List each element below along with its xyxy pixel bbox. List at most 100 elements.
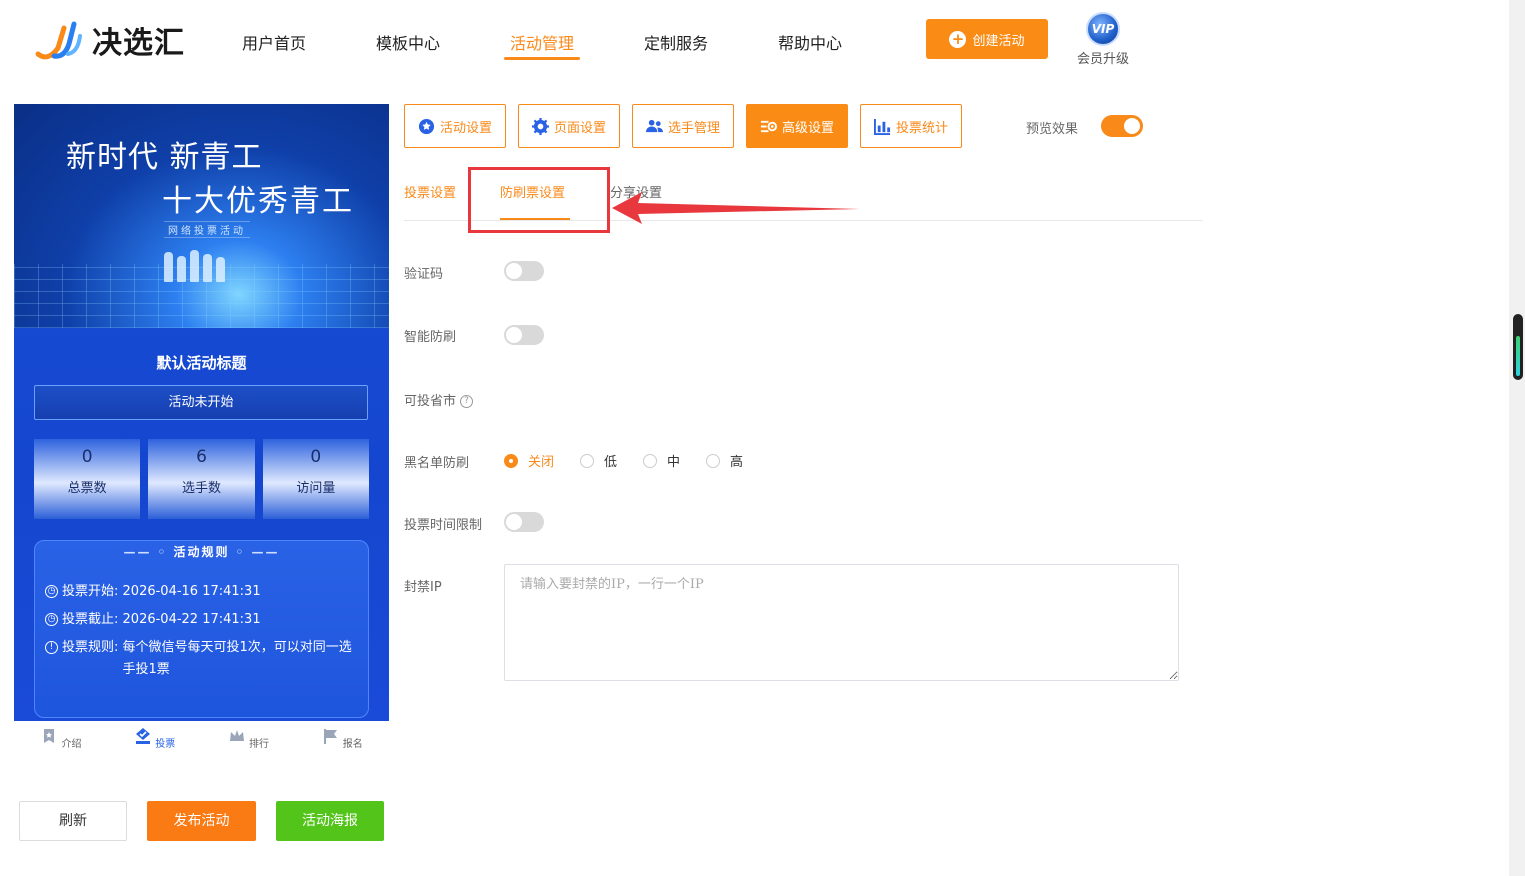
vip-upgrade[interactable]: VIP 会员升级 <box>1073 12 1133 67</box>
bookmark-star-icon <box>44 729 55 743</box>
gear-icon <box>531 117 549 135</box>
rule-row-rule: ! 投票规则: 每个微信号每天可投1次，可以对同一选手投1票 <box>45 637 358 681</box>
help-icon[interactable]: ? <box>460 395 474 408</box>
stat-visits: 0 访问量 <box>262 439 369 519</box>
brand-logo[interactable]: 决选汇 <box>34 18 185 62</box>
tool-label: 活动设置 <box>439 120 492 136</box>
radio-label: 中 <box>667 455 681 470</box>
captcha-label: 验证码 <box>404 267 444 282</box>
radio-dot <box>580 453 595 468</box>
tabbar-item-ranking[interactable]: 排行 <box>202 721 296 771</box>
rules-title-text: 活动规则 <box>173 545 230 559</box>
scrollbar-thumb[interactable] <box>1513 314 1523 380</box>
rule-value: 2026-04-16 17:41:31 <box>122 584 261 599</box>
blacklist-radio-group: 关闭 低 中 高 <box>504 451 769 470</box>
tabbar-label: 投票 <box>155 739 176 750</box>
nav-item-help[interactable]: 帮助中心 <box>778 30 842 54</box>
radio-label: 高 <box>730 455 744 470</box>
advanced-settings-button[interactable]: 高级设置 <box>746 104 848 148</box>
smart-anti-fraud-label: 智能防刷 <box>404 330 457 345</box>
subtab-vote-settings[interactable]: 投票设置 <box>404 182 456 201</box>
activity-preview: 新时代 新青工 十大优秀青工 网络投票活动 默认活动标题 活动未开始 0 总票数… <box>14 104 389 721</box>
page-settings-button[interactable]: 页面设置 <box>518 104 620 148</box>
nav-item-custom-service[interactable]: 定制服务 <box>644 30 708 54</box>
preview-activity-title: 默认活动标题 <box>156 354 247 372</box>
vote-time-limit-label: 投票时间限制 <box>404 518 483 533</box>
banner-headline-2: 十大优秀青工 <box>162 184 354 219</box>
contestant-management-button[interactable]: 选手管理 <box>632 104 734 148</box>
preview-stats: 0 总票数 6 选手数 0 访问量 <box>34 439 369 519</box>
preview-rules-card: —— ◦ 活动规则 ◦ —— ◷ 投票开始: 2026-04-16 17:41:… <box>34 540 369 718</box>
preview-effect-toggle[interactable] <box>1101 115 1143 137</box>
create-activity-label: 创建活动 <box>972 33 1025 49</box>
annotation-arrow-icon <box>612 192 860 224</box>
stat-value: 0 <box>81 447 93 467</box>
sliders-gear-icon <box>760 120 777 132</box>
tabbar-item-vote[interactable]: 投票 <box>108 721 202 771</box>
users-icon <box>645 119 663 132</box>
smart-anti-fraud-toggle[interactable] <box>504 325 544 345</box>
radio-dot <box>643 453 658 468</box>
plus-icon: + <box>949 30 967 48</box>
banner-subtitle: 网络投票活动 <box>164 221 250 238</box>
stat-label: 选手数 <box>181 481 221 496</box>
stat-label: 访问量 <box>296 481 336 496</box>
vip-upgrade-label: 会员升级 <box>1076 52 1129 67</box>
ban-ip-textarea[interactable] <box>504 564 1179 681</box>
radio-label: 低 <box>604 455 618 470</box>
nav-item-activity-management[interactable]: 活动管理 <box>510 30 574 54</box>
publish-activity-button[interactable]: 发布活动 <box>147 801 256 841</box>
tabbar-item-intro[interactable]: 介绍 <box>14 721 108 771</box>
rule-row-end: ◷ 投票截止: 2026-04-22 17:41:31 <box>45 609 358 631</box>
preview-status-bar: 活动未开始 <box>34 385 368 420</box>
blacklist-option-high[interactable]: 高 <box>706 451 743 470</box>
radio-dot <box>504 453 518 468</box>
refresh-button[interactable]: 刷新 <box>19 801 127 841</box>
tabbar-label: 介绍 <box>61 739 82 750</box>
page-scrollbar[interactable] <box>1509 0 1525 876</box>
tabbar-item-signup[interactable]: 报名 <box>295 721 389 771</box>
create-activity-button[interactable]: + 创建活动 <box>926 19 1048 59</box>
allowed-regions-text: 可投省市 <box>404 394 457 409</box>
radio-label: 关闭 <box>528 455 555 470</box>
page: 决选汇 用户首页 模板中心 活动管理 定制服务 帮助中心 + 创建活动 VIP … <box>0 0 1525 876</box>
stat-contestants: 6 选手数 <box>148 439 255 519</box>
vip-badge-icon: VIP <box>1086 12 1120 46</box>
activity-poster-button[interactable]: 活动海报 <box>276 801 384 841</box>
vote-time-limit-toggle[interactable] <box>504 512 544 532</box>
blacklist-option-low[interactable]: 低 <box>580 451 617 470</box>
stat-value: 6 <box>196 447 207 467</box>
preview-tabbar: 介绍 投票 排行 报名 <box>14 721 389 771</box>
banner-people-silhouette <box>164 246 244 282</box>
vote-statistics-button[interactable]: 投票统计 <box>860 104 962 148</box>
rule-value: 每个微信号每天可投1次，可以对同一选手投1票 <box>122 640 352 677</box>
nav-active-underline <box>504 57 580 60</box>
tabbar-label: 排行 <box>248 739 269 750</box>
clock-icon: ◷ <box>45 585 58 598</box>
crown-icon <box>229 730 244 741</box>
activity-settings-button[interactable]: 活动设置 <box>404 104 506 148</box>
radio-dot <box>706 453 721 468</box>
tool-label: 投票统计 <box>895 120 948 136</box>
stat-total-votes: 0 总票数 <box>34 439 141 519</box>
tabbar-label: 报名 <box>342 739 363 750</box>
nav-item-home[interactable]: 用户首页 <box>242 30 306 54</box>
blacklist-option-off[interactable]: 关闭 <box>504 451 554 470</box>
rule-key: 投票截止: <box>62 612 119 627</box>
brand-name: 决选汇 <box>92 26 185 61</box>
rule-row-start: ◷ 投票开始: 2026-04-16 17:41:31 <box>45 581 358 603</box>
rule-key: 投票规则: <box>62 640 119 655</box>
blacklist-option-medium[interactable]: 中 <box>643 451 680 470</box>
ban-ip-label: 封禁IP <box>404 580 442 595</box>
captcha-toggle[interactable] <box>504 261 544 281</box>
clock-icon: ◷ <box>45 613 58 626</box>
nav-item-templates[interactable]: 模板中心 <box>376 30 440 54</box>
banner-headline-1: 新时代 新青工 <box>66 140 263 175</box>
vote-check-icon <box>136 728 151 744</box>
stat-value: 0 <box>310 447 322 467</box>
tool-label: 选手管理 <box>667 120 720 136</box>
annotation-highlight-box <box>468 167 610 233</box>
allowed-regions-label: 可投省市? <box>404 390 474 409</box>
bar-chart-icon <box>873 118 891 135</box>
preview-effect-label: 预览效果 <box>1026 122 1079 137</box>
